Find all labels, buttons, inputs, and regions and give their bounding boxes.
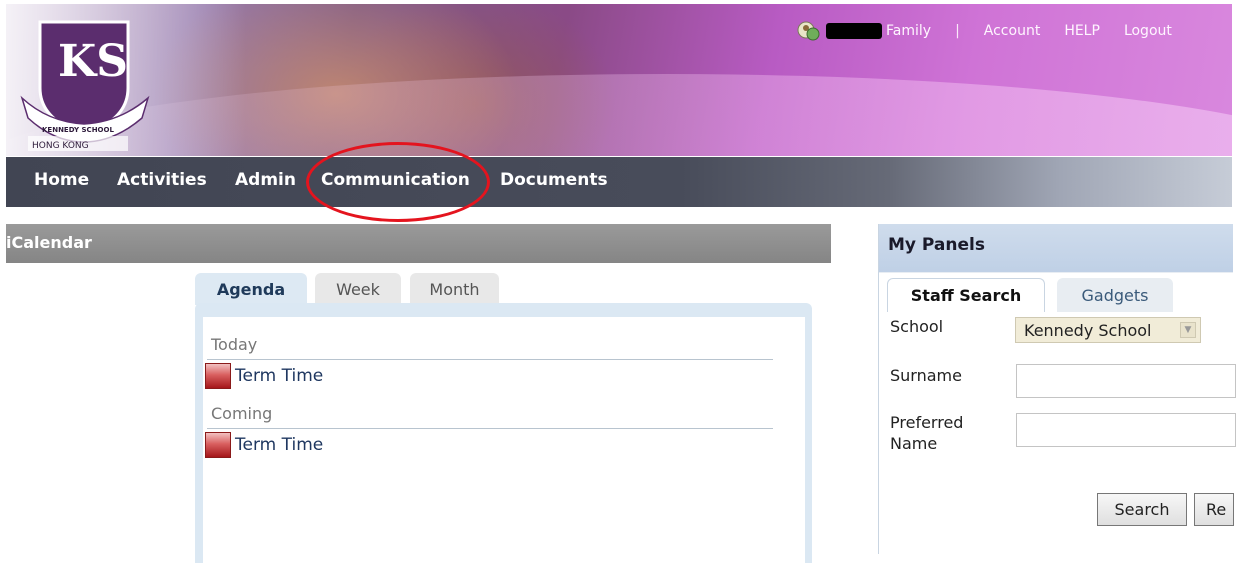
top-utility-nav: Family | Account HELP Logout: [796, 20, 1196, 42]
event-color-swatch: [205, 363, 231, 389]
tab-staff-search[interactable]: Staff Search: [887, 278, 1045, 312]
surname-label: Surname: [890, 366, 962, 385]
search-button[interactable]: Search: [1097, 493, 1187, 526]
chevron-down-icon: ▼: [1180, 322, 1196, 338]
school-logo[interactable]: KS KENNEDY SCHOOL HONG KONG: [18, 18, 153, 152]
agenda-content: Today Term Time Coming Term Time: [203, 317, 805, 577]
icalendar-header: iCalendar: [6, 224, 831, 263]
my-panels: My Panels Staff Search Gadgets School Ke…: [878, 224, 1236, 554]
nav-documents[interactable]: Documents: [500, 170, 608, 190]
section-coming-label: Coming: [211, 404, 273, 423]
tab-month[interactable]: Month: [410, 273, 499, 305]
nav-communication[interactable]: Communication: [321, 170, 470, 190]
event-title: Term Time: [235, 435, 324, 455]
nav-admin[interactable]: Admin: [235, 170, 296, 190]
nav-activities[interactable]: Activities: [117, 170, 207, 190]
redacted-name: [826, 23, 882, 39]
family-label: Family: [886, 23, 932, 39]
event-item[interactable]: Term Time: [205, 363, 323, 389]
school-select[interactable]: Kennedy School ▼: [1015, 317, 1201, 343]
tab-agenda[interactable]: Agenda: [195, 273, 307, 305]
event-color-swatch: [205, 432, 231, 458]
coming-divider: [207, 428, 773, 429]
tab-week[interactable]: Week: [315, 273, 401, 305]
logout-link[interactable]: Logout: [1124, 23, 1172, 39]
preferred-name-label-line1: Preferred: [890, 413, 964, 432]
preferred-name-input[interactable]: [1016, 413, 1236, 447]
logo-location: HONG KONG: [32, 141, 89, 151]
section-today-label: Today: [211, 335, 258, 354]
my-panels-title: My Panels: [888, 235, 985, 255]
help-link[interactable]: HELP: [1064, 23, 1100, 39]
top-nav-separator: |: [955, 23, 960, 39]
logo-ribbon-text: KENNEDY SCHOOL: [42, 126, 114, 134]
surname-input[interactable]: [1016, 364, 1236, 398]
today-divider: [207, 359, 773, 360]
my-panels-header: My Panels: [879, 224, 1233, 273]
preferred-name-label-line2: Name: [890, 434, 938, 453]
reset-button[interactable]: Re: [1194, 493, 1234, 526]
icalendar-title: iCalendar: [6, 233, 92, 252]
user-avatar-icon: [797, 21, 820, 41]
school-label: School: [890, 317, 944, 336]
event-title: Term Time: [235, 366, 324, 386]
event-item[interactable]: Term Time: [205, 432, 323, 458]
main-nav-bar: Home Activities Admin Communication Docu…: [6, 157, 1232, 207]
account-link[interactable]: Account: [984, 23, 1041, 39]
school-select-value: Kennedy School: [1024, 320, 1152, 340]
tab-gadgets[interactable]: Gadgets: [1057, 278, 1173, 312]
nav-home[interactable]: Home: [34, 170, 89, 190]
agenda-panel: Today Term Time Coming Term Time: [195, 303, 812, 577]
logo-k: KS: [58, 36, 128, 87]
